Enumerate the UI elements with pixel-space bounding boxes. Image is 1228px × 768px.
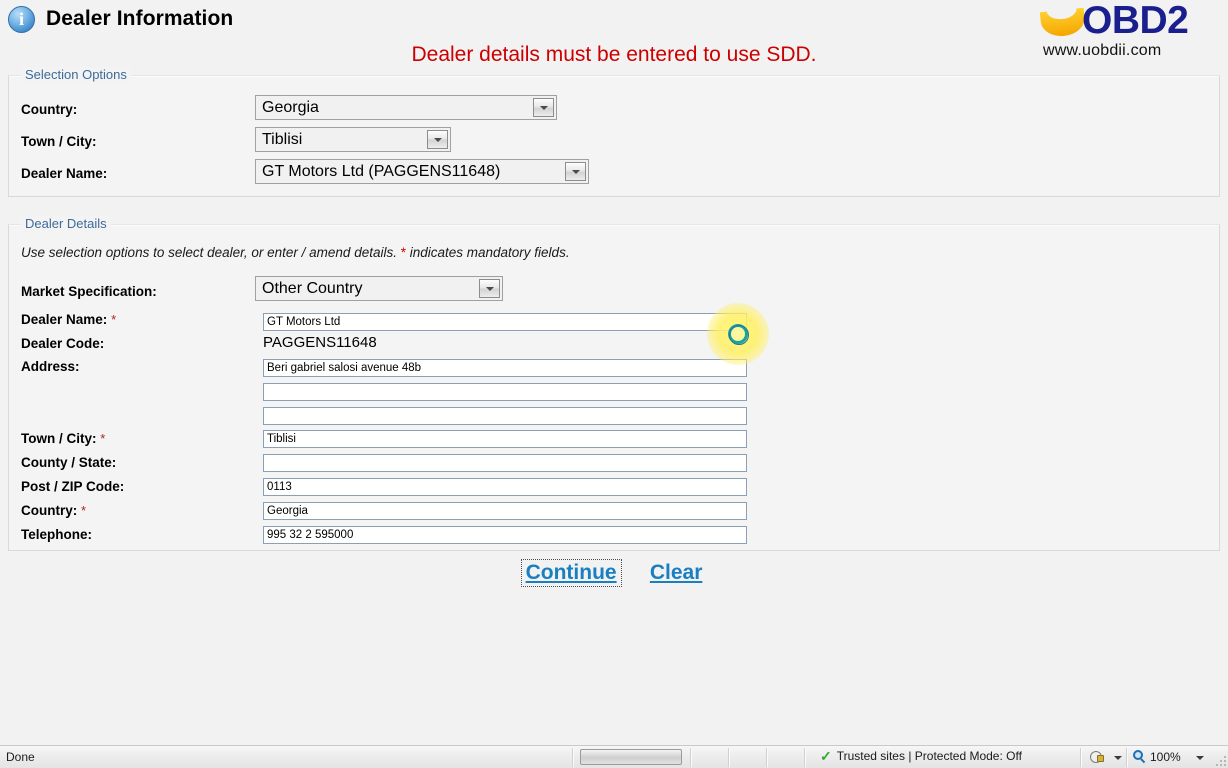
status-separator (1126, 748, 1128, 767)
town-city-input[interactable] (263, 430, 747, 448)
logo-url-text: www.uobdii.com (1043, 42, 1162, 59)
post-zip-label: Post / ZIP Code: (21, 479, 125, 494)
dealer-name-select[interactable]: GT Motors Ltd (PAGGENS11648) (255, 159, 589, 184)
page-title: Dealer Information (46, 7, 234, 30)
magnifier-handle (1140, 758, 1146, 764)
country-select-value: Georgia (262, 99, 319, 116)
logo-brand-text: OBD2 (1082, 0, 1189, 42)
country-detail-label-text: Country: (21, 503, 78, 518)
county-state-input[interactable] (263, 454, 747, 472)
selection-options-legend: Selection Options (21, 67, 131, 82)
page-content: Dealer Information Dealer details must b… (0, 0, 1228, 745)
page-header: Dealer Information Dealer details must b… (0, 0, 1228, 72)
market-specification-label: Market Specification: (21, 284, 157, 299)
town-city-detail-label-text: Town / City: (21, 431, 97, 446)
obd2-logo: OBD2 www.uobdii.com (1038, 0, 1218, 60)
status-separator (1080, 748, 1082, 767)
country-input[interactable] (263, 502, 747, 520)
chevron-down-icon[interactable] (533, 98, 554, 117)
address-line1-input[interactable] (263, 359, 747, 377)
magnifier-icon[interactable] (1133, 750, 1146, 764)
hint-text-before: Use selection options to select dealer, … (21, 245, 401, 260)
chevron-down-icon[interactable] (479, 279, 500, 298)
status-text: Done (6, 750, 35, 764)
zoom-level-text[interactable]: 100% (1150, 750, 1181, 764)
chevron-down-icon[interactable] (1114, 756, 1122, 760)
telephone-input[interactable] (263, 526, 747, 544)
dealer-code-value: PAGGENS11648 (263, 334, 377, 351)
logo-smile-icon (1039, 7, 1087, 39)
security-zone-icon[interactable] (1090, 750, 1107, 765)
country-label: Country: (21, 102, 78, 117)
progress-bar (580, 749, 682, 765)
resize-grip[interactable] (1216, 756, 1226, 766)
post-zip-input[interactable] (263, 478, 747, 496)
town-city-select[interactable]: Tiblisi (255, 127, 451, 152)
dealer-details-panel: Dealer Details Use selection options to … (8, 216, 1220, 551)
town-city-detail-label: Town / City: * (21, 431, 105, 446)
dealer-name-label: Dealer Name: * (21, 312, 116, 327)
info-circle-icon (8, 6, 35, 33)
green-check-icon: ✓ (820, 748, 832, 764)
status-separator (766, 748, 768, 767)
selection-options-panel: Selection Options Country: Georgia Town … (8, 67, 1220, 197)
status-separator (728, 748, 730, 767)
mandatory-fields-hint: Use selection options to select dealer, … (21, 245, 570, 260)
dealer-name-input[interactable] (263, 313, 747, 331)
required-asterisk: * (100, 431, 106, 446)
dealer-name-label-text: Dealer Name: (21, 312, 108, 327)
clear-button[interactable]: Clear (646, 560, 707, 586)
status-separator (572, 748, 574, 767)
address-line2-input[interactable] (263, 383, 747, 401)
dealer-code-label: Dealer Code: (21, 336, 105, 351)
status-separator (690, 748, 692, 767)
address-line3-input[interactable] (263, 407, 747, 425)
chevron-down-icon[interactable] (1196, 756, 1204, 760)
required-asterisk: * (81, 503, 87, 518)
hint-text-after: indicates mandatory fields. (405, 245, 570, 260)
security-zone-text: Trusted sites | Protected Mode: Off (836, 749, 1022, 763)
required-asterisk: * (111, 312, 117, 327)
dealer-name-select-value: GT Motors Ltd (PAGGENS11648) (262, 163, 501, 180)
country-detail-label: Country: * (21, 503, 86, 518)
town-city-label: Town / City: (21, 134, 97, 149)
continue-button[interactable]: Continue (520, 559, 622, 587)
address-label: Address: (21, 359, 80, 374)
country-select[interactable]: Georgia (255, 95, 557, 120)
town-city-select-value: Tiblisi (262, 131, 303, 148)
chevron-down-icon[interactable] (427, 130, 448, 149)
market-specification-select[interactable]: Other Country (255, 276, 503, 301)
browser-status-bar: Done ✓ Trusted sites | Protected Mode: O… (0, 745, 1228, 768)
county-state-label: County / State: (21, 455, 117, 470)
dealer-details-legend: Dealer Details (21, 216, 111, 231)
telephone-label: Telephone: (21, 527, 93, 542)
status-separator (804, 748, 806, 767)
market-specification-value: Other Country (262, 280, 363, 297)
lock-icon (1097, 755, 1104, 762)
dealer-name-select-label: Dealer Name: (21, 166, 108, 181)
security-zone-status[interactable]: ✓ Trusted sites | Protected Mode: Off (820, 749, 1022, 763)
chevron-down-icon[interactable] (565, 162, 586, 181)
action-links: Continue Clear (0, 559, 1228, 587)
